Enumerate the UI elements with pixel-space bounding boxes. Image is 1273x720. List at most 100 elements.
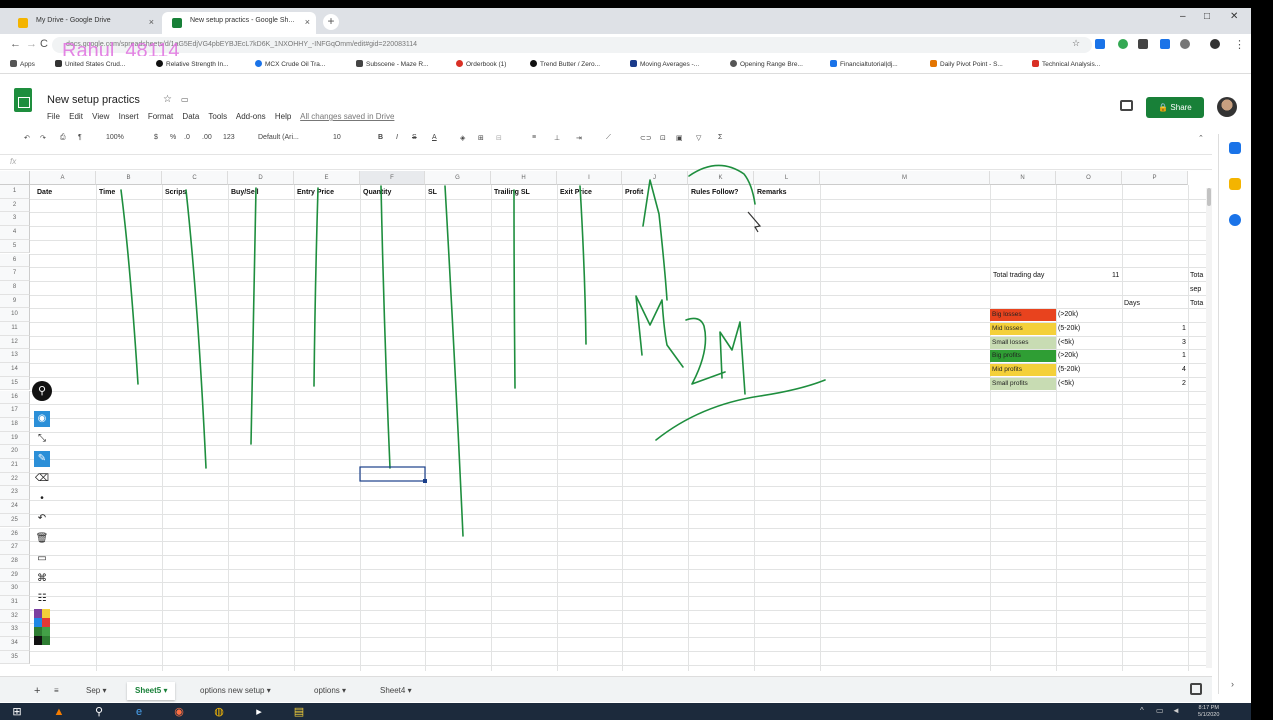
legend-label[interactable]: Big losses <box>990 309 1056 322</box>
row-header[interactable]: 7 <box>0 267 30 281</box>
share-button[interactable]: 🔒 Share <box>1146 97 1204 118</box>
tab-sep[interactable]: Sep ▾ <box>78 682 114 700</box>
row-header[interactable]: 16 <box>0 390 30 405</box>
legend-count[interactable]: 2 <box>1180 377 1186 390</box>
column-header-n[interactable]: N <box>990 171 1056 185</box>
column-header-b[interactable]: B <box>96 171 162 185</box>
column-header-o[interactable]: O <box>1056 171 1122 185</box>
bookmark-item[interactable]: MCX Crude Oil Tra... <box>255 60 325 68</box>
summary-p-label[interactable]: sep <box>1188 283 1201 296</box>
expand-icon[interactable]: › <box>1231 679 1234 689</box>
header-sl[interactable]: SL <box>426 186 437 199</box>
system-clock[interactable]: 8:17 PM 5/1/2020 <box>1198 705 1219 719</box>
profile-icon[interactable] <box>1210 39 1220 49</box>
extension-icon[interactable] <box>1180 39 1190 49</box>
extension-icon[interactable] <box>1095 39 1105 49</box>
new-tab-button[interactable]: + <box>323 14 339 30</box>
browser-tab-sheets[interactable]: New setup practics - Google Sh... × <box>162 12 316 34</box>
header-time[interactable]: Time <box>97 186 115 199</box>
avatar[interactable] <box>1217 97 1237 117</box>
row-header[interactable]: 1 <box>0 185 30 199</box>
font-select[interactable]: Default (Ari... <box>258 134 299 141</box>
bookmark-item[interactable]: Subscene - Maze R... <box>356 60 429 68</box>
volume-icon[interactable]: ◄ <box>1172 706 1180 715</box>
decrease-decimal-button[interactable]: .0 <box>184 134 190 141</box>
close-icon[interactable]: × <box>149 17 154 27</box>
formula-bar[interactable]: fx <box>0 154 1212 170</box>
close-window-icon[interactable]: ✕ <box>1230 11 1238 22</box>
extension-icon[interactable] <box>1160 39 1170 49</box>
tasks-icon[interactable] <box>1229 214 1241 226</box>
legend-count[interactable]: 4 <box>1180 363 1186 376</box>
paint-format-icon[interactable]: ¶ <box>78 134 82 141</box>
tab-sheet4[interactable]: Sheet4 ▾ <box>372 682 420 700</box>
save-status[interactable]: All changes saved in Drive <box>300 112 394 121</box>
bookmark-item[interactable]: Trend Butter / Zero... <box>530 60 600 68</box>
wrap-icon[interactable]: ⇥ <box>576 134 582 142</box>
dot-icon[interactable]: • <box>34 491 50 507</box>
bookmark-star-icon[interactable]: ☆ <box>1072 38 1080 49</box>
menu-view[interactable]: View <box>92 112 109 121</box>
column-header-i[interactable]: I <box>557 171 622 185</box>
bookmark-item[interactable]: Opening Range Bre... <box>730 60 803 68</box>
zoom-select[interactable]: 100% <box>106 134 124 141</box>
menu-tools[interactable]: Tools <box>208 112 227 121</box>
menu-data[interactable]: Data <box>182 112 199 121</box>
star-icon[interactable]: ☆ <box>163 94 172 105</box>
browser-tab-drive[interactable]: My Drive - Google Drive × <box>8 12 160 34</box>
menu-file[interactable]: File <box>47 112 60 121</box>
row-header[interactable]: 34 <box>0 637 30 651</box>
number-format-select[interactable]: 123 <box>223 134 235 141</box>
header-scrips[interactable]: Scrips <box>163 186 186 199</box>
explore-icon[interactable] <box>1190 683 1202 695</box>
row-header[interactable]: 20 <box>0 445 30 459</box>
row-header[interactable]: 12 <box>0 335 30 350</box>
header-entry-price[interactable]: Entry Price <box>295 186 334 199</box>
bookmark-item[interactable]: Moving Averages -... <box>630 60 699 68</box>
bold-button[interactable]: B <box>378 134 383 141</box>
header-profit[interactable]: Profit <box>623 186 643 199</box>
column-header-k[interactable]: K <box>688 171 754 185</box>
comment-add-icon[interactable]: ⊡ <box>660 134 666 142</box>
color-swatch[interactable] <box>34 636 42 645</box>
color-swatch[interactable] <box>42 618 50 627</box>
legend-label[interactable]: Small profits <box>990 377 1056 390</box>
column-header-e[interactable]: E <box>294 171 360 185</box>
header-remarks[interactable]: Remarks <box>755 186 787 199</box>
row-header[interactable]: 28 <box>0 554 30 569</box>
row-header[interactable]: 14 <box>0 363 30 377</box>
menu-addons[interactable]: Add-ons <box>236 112 266 121</box>
bookmark-item[interactable]: Apps <box>10 60 35 68</box>
address-bar[interactable]: docs.google.com/spreadsheets/d/1aG5EdjVG… <box>52 37 1092 53</box>
reload-icon[interactable]: C <box>40 38 48 50</box>
legend-range[interactable]: (5-20k) <box>1056 363 1080 376</box>
row-header[interactable]: 5 <box>0 239 30 254</box>
link-icon[interactable]: ⊂⊃ <box>640 134 652 142</box>
header-exit-price[interactable]: Exit Price <box>558 186 592 199</box>
merge-icon[interactable]: ⊟ <box>496 134 502 142</box>
legend-range[interactable]: (>20k) <box>1056 308 1078 321</box>
days-label[interactable]: Days <box>1122 297 1140 310</box>
legend-label[interactable]: Mid losses <box>990 322 1056 335</box>
color-swatch[interactable] <box>34 618 42 627</box>
row-header[interactable]: 22 <box>0 472 30 487</box>
column-header-a[interactable]: A <box>30 171 96 185</box>
folder-icon[interactable]: ▭ <box>181 95 189 104</box>
redo-icon[interactable]: ↷ <box>40 134 46 142</box>
select-all-corner[interactable] <box>0 171 30 185</box>
pin-icon[interactable]: ⚲ <box>32 381 52 401</box>
legend-range[interactable]: (5-20k) <box>1056 322 1080 335</box>
row-header[interactable]: 33 <box>0 623 30 638</box>
color-swatch[interactable] <box>34 627 42 636</box>
chart-icon[interactable]: ▣ <box>676 134 683 142</box>
undo-icon[interactable]: ↶ <box>24 134 30 142</box>
row-header[interactable]: 15 <box>0 376 30 391</box>
bookmark-item[interactable]: Technical Analysis... <box>1032 60 1100 68</box>
font-size-select[interactable]: 10 <box>333 134 341 141</box>
scrollbar-thumb[interactable] <box>1207 188 1211 206</box>
header-trailing-sl[interactable]: Trailing SL <box>492 186 530 199</box>
eye-icon[interactable]: ◉ <box>34 411 50 427</box>
row-header[interactable]: 32 <box>0 609 30 624</box>
column-header-h[interactable]: H <box>491 171 557 185</box>
color-swatch[interactable] <box>42 609 50 618</box>
